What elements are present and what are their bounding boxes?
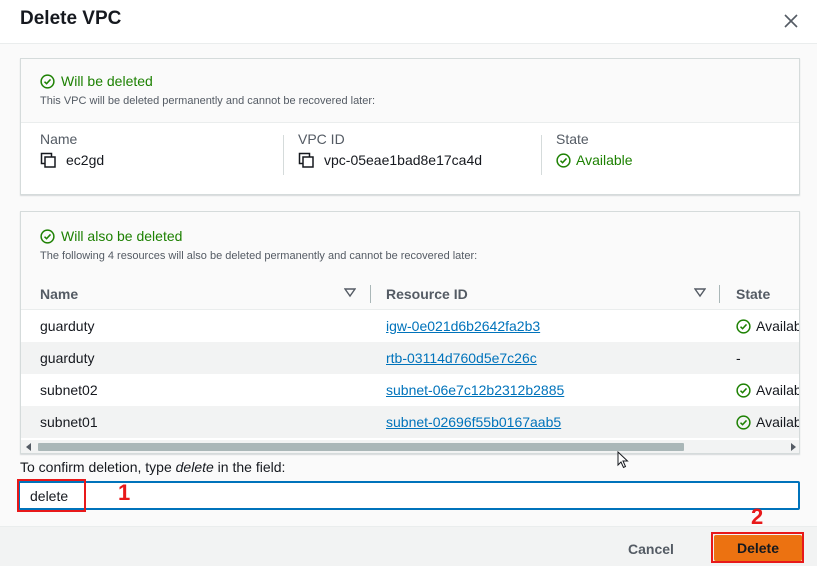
annotation-box-delete: [711, 532, 804, 563]
table-row: guarduty igw-0e021d6b2642fa2b3 Availab: [21, 310, 799, 342]
modal-header: Delete VPC: [0, 0, 817, 44]
table-row: guarduty rtb-03114d760d5e7c26c -: [21, 342, 799, 374]
table-row: subnet02 subnet-06e7c12b2312b2885 Availa…: [21, 374, 799, 406]
row-name: subnet02: [40, 382, 98, 398]
resources-panel: Will also be deleted The following 4 res…: [20, 211, 800, 454]
column-header-resource-id[interactable]: Resource ID: [386, 286, 468, 302]
scroll-right-icon[interactable]: [789, 443, 797, 451]
row-state: -: [736, 350, 741, 366]
status-available: Available: [556, 152, 633, 168]
state-field: State Available: [556, 131, 633, 168]
copy-icon[interactable]: [40, 152, 56, 168]
modal-body: Will be deleted This VPC will be deleted…: [0, 44, 817, 526]
row-name: guarduty: [40, 318, 95, 334]
column-divider[interactable]: [719, 285, 720, 303]
resource-id-link[interactable]: igw-0e021d6b2642fa2b3: [386, 318, 540, 334]
vpc-panel: Will be deleted This VPC will be deleted…: [20, 58, 800, 195]
column-header-name[interactable]: Name: [40, 286, 78, 302]
check-circle-icon: [40, 228, 55, 244]
check-circle-icon: [556, 152, 571, 168]
annotation-step-2: 2: [751, 504, 764, 529]
vpc-panel-heading: Will be deleted: [61, 73, 153, 89]
divider: [541, 135, 542, 175]
divider: [283, 135, 284, 175]
check-circle-icon: [736, 318, 751, 334]
column-divider[interactable]: [370, 285, 371, 303]
vpc-id-value: vpc-05eae1bad8e17ca4d: [324, 152, 483, 168]
row-state: Availab: [736, 382, 799, 398]
resources-panel-description: The following 4 resources will also be d…: [40, 250, 478, 262]
close-button[interactable]: [778, 8, 804, 34]
row-name: guarduty: [40, 350, 95, 366]
vpc-panel-description: This VPC will be deleted permanently and…: [40, 95, 376, 107]
name-value: ec2gd: [66, 152, 105, 168]
vpc-id-label: VPC ID: [298, 131, 345, 147]
table-row: subnet01 subnet-02696f55b0167aab5 Availa…: [21, 406, 799, 438]
cancel-button[interactable]: Cancel: [628, 541, 674, 557]
state-label: State: [556, 131, 589, 147]
row-state: Availab: [736, 318, 799, 334]
annotation-step-1: 1: [118, 480, 131, 505]
column-header-state[interactable]: State: [736, 286, 770, 302]
resource-id-link[interactable]: subnet-02696f55b0167aab5: [386, 414, 561, 430]
check-circle-icon: [736, 382, 751, 398]
vpc-id-field: VPC ID vpc-05eae1bad8e17ca4d: [298, 131, 482, 168]
check-circle-icon: [736, 414, 751, 430]
horizontal-scrollbar[interactable]: [21, 440, 799, 453]
sort-icon[interactable]: [344, 288, 356, 298]
check-circle-icon: [40, 73, 55, 89]
resources-panel-heading: Will also be deleted: [61, 228, 183, 244]
vpc-panel-header: Will be deleted This VPC will be deleted…: [21, 59, 799, 123]
row-name: subnet01: [40, 414, 98, 430]
modal-footer: Cancel Delete: [0, 526, 817, 566]
confirm-input[interactable]: [18, 481, 800, 510]
vpc-details: Name ec2gd VPC ID vpc-05eae1bad8e17ca4d …: [21, 123, 799, 195]
scrollbar-thumb[interactable]: [38, 443, 684, 451]
table-header: Name Resource ID State: [21, 278, 799, 310]
vpc-name-field: Name ec2gd: [40, 131, 104, 168]
name-label: Name: [40, 131, 78, 147]
copy-icon[interactable]: [298, 152, 314, 168]
modal-title: Delete VPC: [20, 8, 122, 29]
resources-panel-header: Will also be deleted The following 4 res…: [21, 212, 799, 278]
sort-icon[interactable]: [694, 288, 706, 298]
mouse-cursor-icon: [617, 451, 629, 469]
annotation-box-input: [17, 479, 86, 512]
confirm-label: To confirm deletion, type delete in the …: [20, 459, 286, 475]
scroll-left-icon[interactable]: [25, 443, 33, 451]
resource-id-link[interactable]: rtb-03114d760d5e7c26c: [386, 350, 537, 366]
state-value: Available: [576, 152, 633, 168]
resource-id-link[interactable]: subnet-06e7c12b2312b2885: [386, 382, 564, 398]
row-state: Availab: [736, 414, 799, 430]
close-icon: [784, 14, 798, 28]
